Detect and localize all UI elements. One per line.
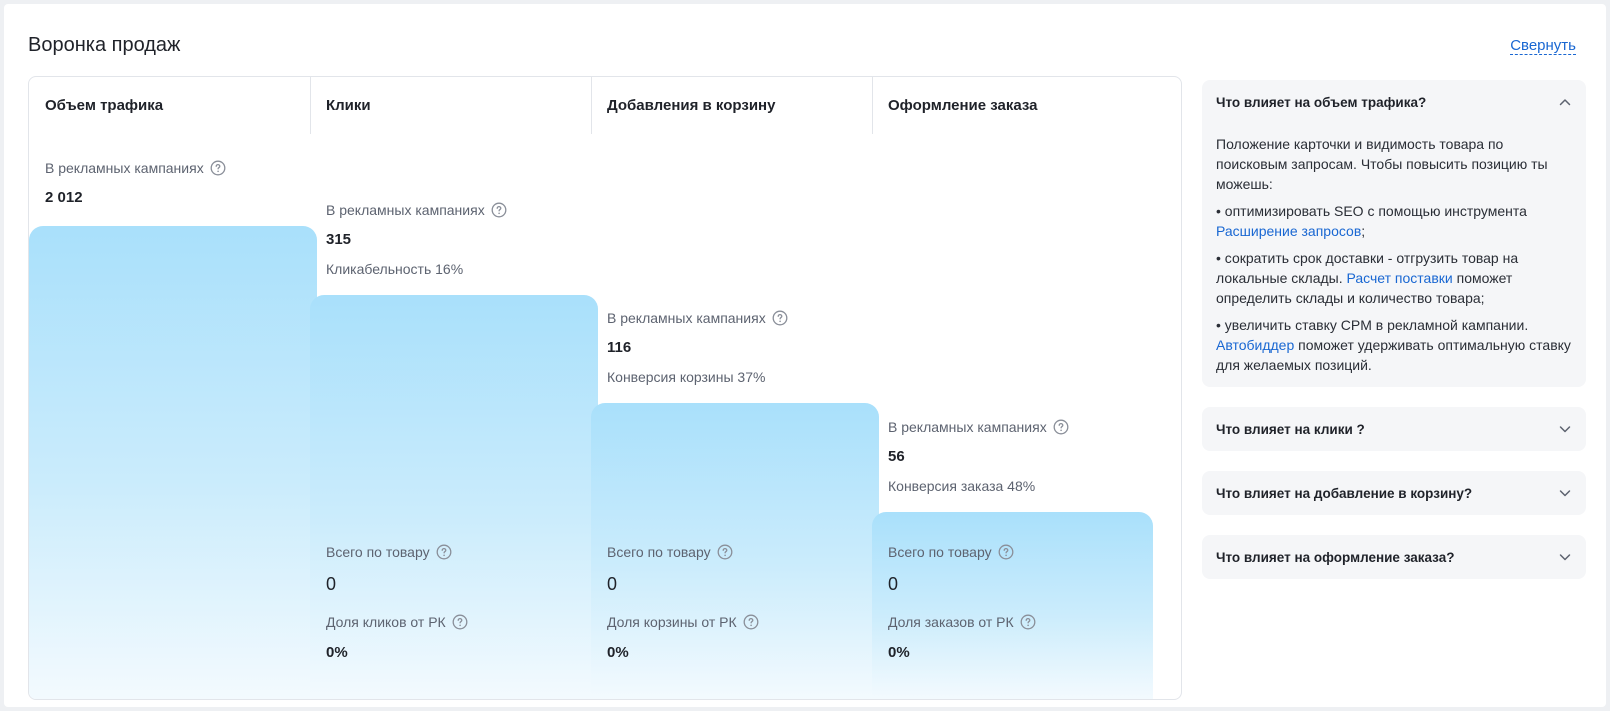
accordion-traffic: Что влияет на объем трафика? Положение к…	[1202, 80, 1586, 387]
total-label: Всего по товару	[607, 544, 733, 560]
share-label: Доля корзины от РК	[607, 614, 759, 630]
rate-text: Конверсия корзины 37%	[607, 369, 766, 385]
tip-text: • оптимизировать SEO с помощью инструмен…	[1216, 203, 1527, 219]
share-label-text: Доля кликов от РК	[326, 614, 446, 630]
accordion-header-order[interactable]: Что влияет на оформление заказа?	[1202, 535, 1586, 579]
chevron-down-icon	[1559, 554, 1571, 561]
funnel-column-order: Оформление заказа В рекламных кампаниях …	[872, 77, 1153, 699]
funnel-column-cart: Добавления в корзину В рекламных кампани…	[591, 77, 879, 699]
help-icon[interactable]	[210, 160, 226, 176]
total-value: 0	[888, 574, 899, 594]
share-label: Доля заказов от РК	[888, 614, 1036, 630]
help-icon[interactable]	[772, 310, 788, 326]
accordion-title: Что влияет на объем трафика?	[1216, 94, 1427, 110]
accordion-cart: Что влияет на добавление в корзину?	[1202, 471, 1586, 515]
sales-funnel-card: Воронка продаж Свернуть Объем трафика В …	[4, 4, 1606, 707]
campaign-label-text: В рекламных кампаниях	[326, 202, 485, 218]
accordion-body-traffic: Положение карточки и видимость товара по…	[1202, 124, 1586, 387]
info-accordion: Что влияет на объем трафика? Положение к…	[1202, 80, 1586, 599]
total-label-text: Всего по товару	[607, 544, 711, 560]
share-label-text: Доля заказов от РК	[888, 614, 1014, 630]
accordion-title: Что влияет на клики ?	[1216, 421, 1365, 437]
chevron-up-icon	[1559, 99, 1571, 106]
page-title: Воронка продаж	[28, 34, 181, 56]
funnel-column-clicks: Клики В рекламных кампаниях 315 Кликабел…	[310, 77, 598, 699]
help-icon[interactable]	[1020, 614, 1036, 630]
total-label-text: Всего по товару	[888, 544, 992, 560]
funnel-column-traffic: Объем трафика В рекламных кампаниях 2 01…	[29, 77, 317, 699]
campaign-label-text: В рекламных кампаниях	[607, 310, 766, 326]
tip-text: • увеличить ставку CPM в рекламной кампа…	[1216, 317, 1529, 333]
total-value: 0	[607, 574, 618, 594]
query-expansion-link[interactable]: Расширение запросов	[1216, 223, 1361, 239]
share-value: 0%	[888, 644, 910, 661]
funnel-bar-traffic	[29, 226, 317, 699]
campaign-value: 116	[607, 339, 632, 356]
accordion-intro: Положение карточки и видимость товара по…	[1216, 136, 1548, 192]
autobidder-link[interactable]: Автобиддер	[1216, 337, 1294, 353]
total-value: 0	[326, 574, 337, 594]
tip-text: ;	[1361, 223, 1366, 239]
total-label: Всего по товару	[888, 544, 1014, 560]
column-title-order: Оформление заказа	[888, 97, 1038, 114]
campaign-value: 315	[326, 231, 352, 248]
rate-text: Конверсия заказа 48%	[888, 478, 1036, 494]
total-label-text: Всего по товару	[326, 544, 430, 560]
accordion-clicks: Что влияет на клики ?	[1202, 407, 1586, 451]
campaign-label-text: В рекламных кампаниях	[45, 160, 204, 176]
funnel-chart: Объем трафика В рекламных кампаниях 2 01…	[28, 76, 1182, 700]
help-icon[interactable]	[1053, 419, 1069, 435]
campaign-value: 56	[888, 448, 905, 465]
help-icon[interactable]	[743, 614, 759, 630]
share-value: 0%	[326, 644, 348, 661]
campaign-label: В рекламных кампаниях	[607, 310, 788, 326]
campaign-value: 2 012	[45, 189, 83, 206]
accordion-title: Что влияет на оформление заказа?	[1216, 549, 1455, 565]
campaign-label: В рекламных кампаниях	[45, 160, 226, 176]
supply-calc-link[interactable]: Расчет поставки	[1347, 270, 1453, 286]
rate-text: Кликабельность 16%	[326, 261, 464, 277]
tip-delivery: • сократить срок доставки - отгрузить то…	[1216, 248, 1572, 308]
column-title-traffic: Объем трафика	[45, 97, 164, 114]
tip-seo: • оптимизировать SEO с помощью инструмен…	[1216, 201, 1572, 241]
share-label-text: Доля корзины от РК	[607, 614, 737, 630]
share-value: 0%	[607, 644, 629, 661]
collapse-link[interactable]: Свернуть	[1510, 38, 1576, 55]
campaign-label: В рекламных кампаниях	[888, 419, 1069, 435]
accordion-order: Что влияет на оформление заказа?	[1202, 535, 1586, 579]
funnel-bar-order	[872, 512, 1153, 699]
chevron-down-icon	[1559, 490, 1571, 497]
share-label: Доля кликов от РК	[326, 614, 468, 630]
funnel-bar-clicks	[310, 295, 598, 699]
campaign-label: В рекламных кампаниях	[326, 202, 507, 218]
campaign-label-text: В рекламных кампаниях	[888, 419, 1047, 435]
tip-cpm: • увеличить ставку CPM в рекламной кампа…	[1216, 315, 1572, 375]
help-icon[interactable]	[452, 614, 468, 630]
help-icon[interactable]	[436, 544, 452, 560]
total-label: Всего по товару	[326, 544, 452, 560]
help-icon[interactable]	[491, 202, 507, 218]
accordion-header-cart[interactable]: Что влияет на добавление в корзину?	[1202, 471, 1586, 515]
column-title-clicks: Клики	[326, 97, 371, 114]
help-icon[interactable]	[717, 544, 733, 560]
chevron-down-icon	[1559, 426, 1571, 433]
help-icon[interactable]	[998, 544, 1014, 560]
accordion-title: Что влияет на добавление в корзину?	[1216, 485, 1473, 501]
accordion-header-traffic[interactable]: Что влияет на объем трафика?	[1202, 80, 1586, 124]
accordion-header-clicks[interactable]: Что влияет на клики ?	[1202, 407, 1586, 451]
column-title-cart: Добавления в корзину	[607, 97, 776, 114]
